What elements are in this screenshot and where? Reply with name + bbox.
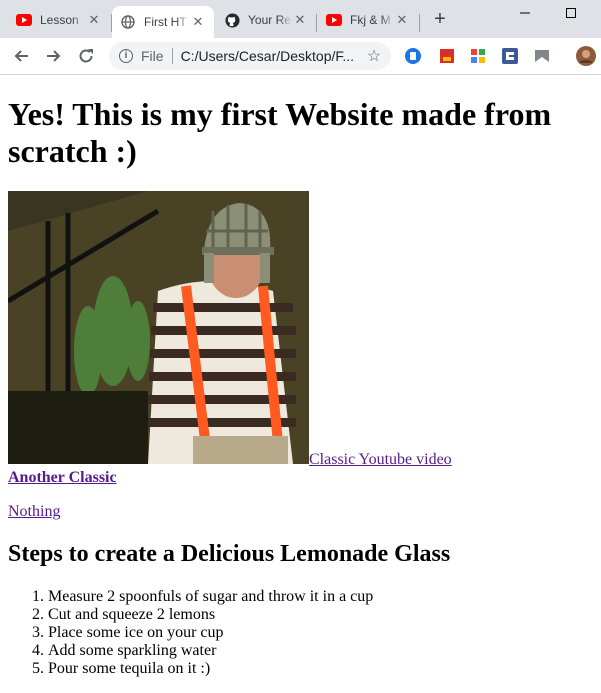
- extension-blue-icon[interactable]: [405, 48, 421, 64]
- extension-tiles-icon[interactable]: [470, 48, 486, 64]
- tab-title: First HT: [144, 15, 187, 29]
- reload-button[interactable]: [72, 42, 100, 70]
- list-item: Cut and squeeze 2 lemons: [48, 606, 593, 624]
- extension-g-icon[interactable]: [502, 48, 518, 64]
- list-item: Pour some tequila on it :): [48, 660, 593, 678]
- globe-icon: [120, 14, 136, 30]
- tab-title: Lesson: [40, 13, 79, 27]
- close-tab-icon[interactable]: ✕: [292, 12, 308, 28]
- back-button[interactable]: [7, 42, 35, 70]
- new-tab-button[interactable]: +: [427, 8, 453, 32]
- close-tab-icon[interactable]: ✕: [394, 12, 410, 28]
- tab-strip: Lesson ✕ First HT ✕ Your Re ✕ Fkj & M ✕ …: [0, 0, 601, 38]
- close-tab-icon[interactable]: ✕: [190, 14, 206, 30]
- page-title: Yes! This is my first Website made from …: [8, 96, 552, 169]
- steps-list: Measure 2 spoonfuls of sugar and throw i…: [8, 588, 593, 678]
- tab-title: Fkj & M: [350, 13, 391, 27]
- nothing-link[interactable]: Nothing: [8, 503, 60, 520]
- url-text[interactable]: C:/Users/Cesar/Desktop/F...: [181, 48, 363, 64]
- nothing-paragraph: Nothing: [8, 503, 593, 521]
- reload-icon: [79, 49, 93, 63]
- youtube-icon: [16, 12, 32, 28]
- page-content: Yes! This is my first Website made from …: [0, 96, 601, 678]
- tab-separator: [419, 14, 420, 32]
- close-tab-icon[interactable]: ✕: [86, 12, 102, 28]
- omnibox-divider: [171, 48, 173, 64]
- tab-title: Your Re: [248, 13, 291, 27]
- profile-avatar[interactable]: [576, 46, 596, 66]
- another-classic-row: Another Classic: [8, 469, 593, 487]
- github-icon: [224, 12, 240, 28]
- list-item: Place some ice on your cup: [48, 624, 593, 642]
- tab-fkj[interactable]: Fkj & M ✕: [318, 6, 418, 34]
- list-item: Measure 2 spoonfuls of sugar and throw i…: [48, 588, 593, 606]
- tab-separator: [316, 14, 317, 32]
- browser-toolbar: i File C:/Users/Cesar/Desktop/F... ☆: [0, 38, 601, 75]
- steps-heading: Steps to create a Delicious Lemonade Gla…: [8, 541, 451, 567]
- extension-red-icon[interactable]: [439, 48, 455, 64]
- minimize-button[interactable]: [502, 0, 548, 26]
- back-arrow-icon: [14, 50, 28, 62]
- another-classic-link[interactable]: Another Classic: [8, 469, 117, 486]
- tab-first-html[interactable]: First HT ✕: [112, 6, 214, 38]
- classic-youtube-video-link[interactable]: Classic Youtube video: [309, 451, 452, 468]
- info-icon[interactable]: i: [119, 49, 133, 63]
- extension-gray-icon[interactable]: [534, 48, 550, 64]
- list-item: Add some sparkling water: [48, 642, 593, 660]
- forward-button[interactable]: [40, 42, 68, 70]
- forward-arrow-icon: [47, 50, 61, 62]
- photo-row: Classic Youtube video: [8, 191, 593, 469]
- bookmark-star-icon[interactable]: ☆: [363, 46, 385, 66]
- youtube-icon: [326, 12, 342, 28]
- tab-your-repos[interactable]: Your Re ✕: [216, 6, 316, 34]
- tab-lesson[interactable]: Lesson ✕: [8, 6, 110, 34]
- maximize-button[interactable]: [548, 0, 594, 26]
- scheme-label: File: [141, 48, 164, 64]
- address-bar[interactable]: i File C:/Users/Cesar/Desktop/F... ☆: [109, 42, 391, 70]
- photo-image: [8, 191, 309, 464]
- character-photo: [8, 191, 309, 464]
